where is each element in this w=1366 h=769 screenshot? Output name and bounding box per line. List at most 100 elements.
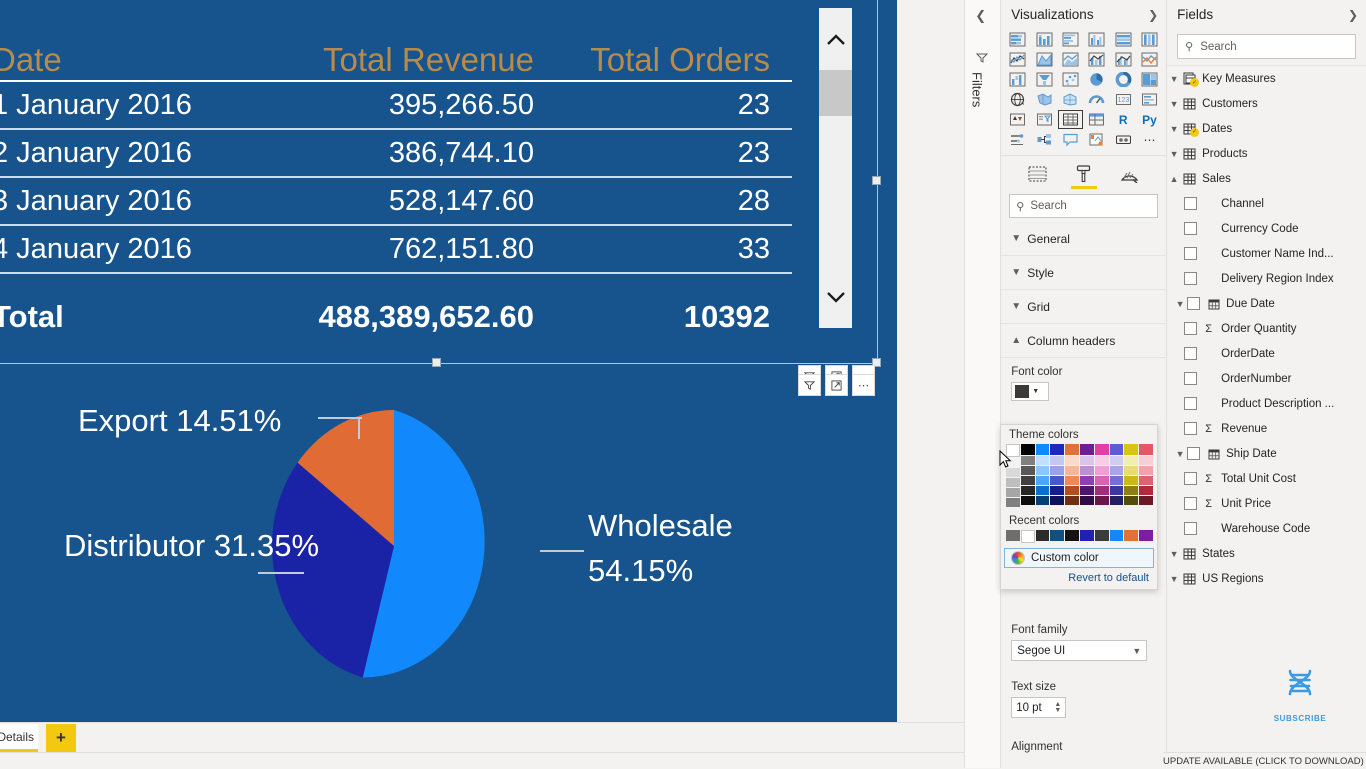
theme-color-tint-swatch[interactable] bbox=[1094, 466, 1109, 475]
field-due-date[interactable]: ▼ Due Date bbox=[1167, 291, 1366, 316]
viz-line-and-clustered-column-chart[interactable] bbox=[1111, 50, 1136, 69]
chevron-left-icon[interactable]: ❮ bbox=[975, 8, 986, 24]
tab-fields[interactable] bbox=[1023, 162, 1053, 186]
column-header-total-orders[interactable]: Total Orders bbox=[534, 43, 770, 76]
theme-color-tint-swatch[interactable] bbox=[1035, 476, 1050, 485]
field-checkbox[interactable] bbox=[1184, 347, 1198, 360]
fields-table-customers[interactable]: ▼ Customers bbox=[1167, 91, 1366, 116]
column-header-date[interactable]: Date bbox=[0, 43, 258, 76]
theme-color-tint-swatch[interactable] bbox=[1020, 496, 1035, 505]
theme-color-tint-swatch[interactable] bbox=[1006, 498, 1020, 507]
tab-analytics[interactable] bbox=[1115, 162, 1145, 186]
viz-scatter-chart[interactable] bbox=[1058, 70, 1083, 89]
theme-color-tint-swatch[interactable] bbox=[1094, 456, 1109, 465]
scrollbar-track[interactable] bbox=[819, 70, 852, 266]
viz-multi-row-card[interactable] bbox=[1137, 90, 1162, 109]
theme-color-tint-swatch[interactable] bbox=[1020, 486, 1035, 495]
viz-funnel-chart[interactable] bbox=[1032, 70, 1057, 89]
viz-pie-chart[interactable] bbox=[1084, 70, 1109, 89]
viz-matrix[interactable] bbox=[1084, 110, 1109, 129]
theme-color-column[interactable] bbox=[1050, 444, 1065, 507]
chevron-down-icon[interactable]: ▼ bbox=[1167, 124, 1181, 134]
recent-color-swatch[interactable] bbox=[1109, 530, 1124, 541]
chevron-down-icon[interactable]: ▼ bbox=[1167, 549, 1181, 559]
recent-color-swatch[interactable] bbox=[1050, 530, 1065, 541]
theme-color-tint-swatch[interactable] bbox=[1124, 496, 1139, 505]
scrollbar-thumb[interactable] bbox=[819, 70, 852, 116]
viz-decomposition-tree[interactable] bbox=[1032, 130, 1057, 149]
format-section-column-headers[interactable]: ▲ Column headers bbox=[1001, 324, 1167, 358]
viz-stacked-column-chart[interactable] bbox=[1032, 30, 1057, 49]
theme-color-tint-swatch[interactable] bbox=[1050, 486, 1065, 495]
field-checkbox[interactable] bbox=[1184, 222, 1198, 235]
table-row[interactable]: 1 January 2016 395,266.50 23 bbox=[0, 82, 792, 130]
theme-color-swatch[interactable] bbox=[1080, 444, 1094, 455]
theme-color-tint-swatch[interactable] bbox=[1050, 466, 1065, 475]
fields-table-us-regions[interactable]: ▼ US Regions bbox=[1167, 566, 1366, 591]
theme-color-tint-swatch[interactable] bbox=[1124, 466, 1139, 475]
field-checkbox[interactable] bbox=[1184, 247, 1198, 260]
viz-clustered-column-chart[interactable] bbox=[1084, 30, 1109, 49]
theme-color-column[interactable] bbox=[1109, 444, 1124, 507]
recent-colors-row[interactable] bbox=[1001, 530, 1157, 548]
field-total-unit-cost[interactable]: Σ Total Unit Cost bbox=[1167, 466, 1366, 491]
scroll-down-icon[interactable] bbox=[819, 266, 852, 328]
theme-color-swatch[interactable] bbox=[1094, 444, 1109, 455]
theme-color-tint-swatch[interactable] bbox=[1035, 496, 1050, 505]
viz-ribbon-chart[interactable] bbox=[1137, 50, 1162, 69]
viz-table[interactable] bbox=[1057, 110, 1084, 129]
theme-color-tint-swatch[interactable] bbox=[1065, 496, 1079, 505]
report-page-canvas[interactable]: Date Total Revenue Total Orders 1 Januar… bbox=[0, 0, 897, 722]
field-checkbox[interactable] bbox=[1184, 197, 1198, 210]
field-checkbox[interactable] bbox=[1184, 372, 1198, 385]
theme-color-swatch[interactable] bbox=[1020, 444, 1035, 455]
theme-color-swatch[interactable] bbox=[1050, 444, 1065, 455]
viz-card[interactable]: 123 bbox=[1111, 90, 1136, 109]
theme-color-tint-swatch[interactable] bbox=[1035, 486, 1050, 495]
viz-q-and-a[interactable] bbox=[1058, 130, 1083, 149]
recent-color-swatch[interactable] bbox=[1124, 530, 1139, 541]
theme-color-column[interactable] bbox=[1065, 444, 1079, 507]
theme-color-column[interactable] bbox=[1035, 444, 1050, 507]
format-section-style[interactable]: ▼ Style bbox=[1001, 256, 1167, 290]
theme-color-tint-swatch[interactable] bbox=[1050, 456, 1065, 465]
recent-color-swatch[interactable] bbox=[1139, 530, 1153, 541]
theme-color-swatch[interactable] bbox=[1139, 444, 1153, 455]
pie-chart-visual[interactable]: ⋯ Export 14.51% Distributor 31.35% Whole… bbox=[0, 372, 897, 722]
field-revenue[interactable]: Σ Revenue bbox=[1167, 416, 1366, 441]
fields-search-input[interactable]: ⚲ Search bbox=[1177, 34, 1356, 59]
theme-color-column[interactable] bbox=[1020, 444, 1035, 507]
table-row[interactable]: 4 January 2016 762,151.80 33 bbox=[0, 226, 792, 274]
chevron-down-icon[interactable]: ▼ bbox=[1173, 449, 1187, 459]
field-warehouse-code[interactable]: Σ Warehouse Code bbox=[1167, 516, 1366, 541]
theme-color-tint-swatch[interactable] bbox=[1080, 466, 1094, 475]
recent-color-swatch[interactable] bbox=[1006, 530, 1020, 541]
viz-shape-map[interactable] bbox=[1058, 90, 1083, 109]
theme-color-tint-swatch[interactable] bbox=[1109, 466, 1124, 475]
field-order-quantity[interactable]: Σ Order Quantity bbox=[1167, 316, 1366, 341]
viz-r-script-visual[interactable]: R bbox=[1111, 110, 1136, 129]
viz-kpi[interactable] bbox=[1005, 110, 1030, 129]
fields-table-sales[interactable]: ▲ Sales bbox=[1167, 166, 1366, 191]
theme-color-tint-swatch[interactable] bbox=[1109, 496, 1124, 505]
fields-table-dates[interactable]: ▼ ✓ Dates bbox=[1167, 116, 1366, 141]
field-ordernumber[interactable]: Σ OrderNumber bbox=[1167, 366, 1366, 391]
field-checkbox[interactable] bbox=[1184, 522, 1198, 535]
viz-line-and-stacked-column-chart[interactable] bbox=[1084, 50, 1109, 69]
theme-color-tint-swatch[interactable] bbox=[1035, 456, 1050, 465]
filters-collapsed-rail[interactable]: ❮ Filters bbox=[964, 0, 1001, 768]
theme-color-tint-swatch[interactable] bbox=[1109, 456, 1124, 465]
field-currency-code[interactable]: Σ Currency Code bbox=[1167, 216, 1366, 241]
theme-color-tint-swatch[interactable] bbox=[1124, 476, 1139, 485]
field-ship-date[interactable]: ▼ Ship Date bbox=[1167, 441, 1366, 466]
table-row[interactable]: 2 January 2016 386,744.10 23 bbox=[0, 130, 792, 178]
theme-color-tint-swatch[interactable] bbox=[1020, 456, 1035, 465]
chevron-down-icon[interactable]: ▼ bbox=[1167, 149, 1181, 159]
viz-more-visuals-marketplace[interactable] bbox=[1111, 130, 1136, 149]
viz-100-stacked-bar-chart[interactable] bbox=[1111, 30, 1136, 49]
font-family-dropdown[interactable]: Segoe UI ▼ bbox=[1011, 640, 1148, 661]
viz-donut-chart[interactable] bbox=[1111, 70, 1136, 89]
theme-color-tint-swatch[interactable] bbox=[1139, 486, 1153, 495]
viz-map[interactable] bbox=[1005, 90, 1030, 109]
viz-stacked-area-chart[interactable] bbox=[1058, 50, 1083, 69]
